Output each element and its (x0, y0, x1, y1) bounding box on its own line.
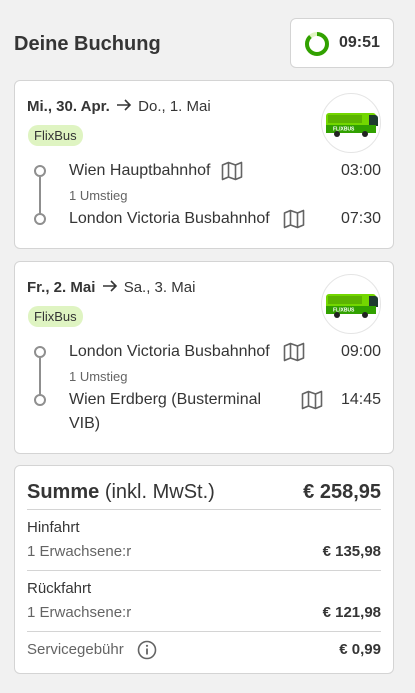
arrival-date: Do., 1. Mai (138, 98, 211, 115)
price-summary-card: Summe (inkl. MwSt.) € 258,95 Hinfahrt 1 … (14, 465, 394, 674)
flixbus-bus-icon: FLIXBUS (321, 274, 381, 334)
service-fee-label: Servicegebühr (27, 641, 124, 658)
outbound-passengers: 1 Erwachsene:r (27, 543, 132, 560)
arrival-station: Wien Erdberg (Busterminal VIB) (69, 391, 262, 432)
arrival-station: London Victoria Busbahnhof (69, 210, 270, 227)
return-price: € 121,98 (322, 604, 381, 621)
route-line (39, 358, 41, 398)
map-icon[interactable] (301, 390, 323, 410)
arrival-date: Sa., 3. Mai (123, 279, 196, 296)
brand-badge: FlixBus (28, 306, 83, 327)
flixbus-bus-icon: FLIXBUS (321, 93, 381, 153)
outbound-price: € 135,98 (322, 543, 381, 560)
timer-value: 09:51 (339, 34, 380, 51)
info-icon[interactable] (137, 640, 157, 660)
return-trip-card[interactable]: Fr., 2. Mai Sa., 3. Mai FlixBus FLIXBUS … (14, 261, 394, 454)
divider (27, 570, 381, 571)
divider (27, 509, 381, 510)
route-line (39, 177, 41, 217)
departure-time: 03:00 (340, 162, 381, 179)
trip-dates: Mi., 30. Apr. Do., 1. Mai (27, 98, 211, 115)
arrival-time: 07:30 (340, 210, 381, 227)
departure-station: Wien Hauptbahnhof (69, 162, 211, 179)
departure-stop-dot (34, 346, 46, 358)
arrival-time: 14:45 (340, 391, 381, 408)
map-icon[interactable] (221, 161, 243, 181)
divider (27, 631, 381, 632)
booking-header: Deine Buchung 09:51 (0, 0, 415, 80)
trip-dates: Fr., 2. Mai Sa., 3. Mai (27, 279, 195, 296)
map-icon[interactable] (283, 342, 305, 362)
outbound-trip-card[interactable]: Mi., 30. Apr. Do., 1. Mai FlixBus FLIXBU… (14, 80, 394, 249)
summary-title-bold: Summe (27, 481, 100, 503)
arrival-stop-dot (34, 394, 46, 406)
outbound-price-label: Hinfahrt (27, 519, 80, 536)
departure-time: 09:00 (340, 343, 381, 360)
reservation-timer: 09:51 (290, 18, 394, 68)
transfer-count[interactable]: 1 Umstieg (69, 188, 128, 203)
departure-station: London Victoria Busbahnhof (69, 343, 270, 360)
departure-stop-dot (34, 165, 46, 177)
summary-title-note: (inkl. MwSt.) (104, 481, 215, 503)
departure-date: Mi., 30. Apr. (27, 98, 110, 115)
arrow-right-icon (116, 98, 132, 115)
arrow-right-icon (102, 279, 118, 296)
return-price-label: Rückfahrt (27, 580, 92, 597)
service-fee-amount: € 0,99 (339, 641, 381, 658)
timer-ring-icon (305, 32, 329, 56)
page-title: Deine Buchung (14, 33, 161, 55)
transfer-count[interactable]: 1 Umstieg (69, 369, 128, 384)
brand-badge: FlixBus (28, 125, 83, 146)
total-price: € 258,95 (303, 481, 381, 503)
arrival-stop-dot (34, 213, 46, 225)
map-icon[interactable] (283, 209, 305, 229)
departure-date: Fr., 2. Mai (27, 279, 96, 296)
return-passengers: 1 Erwachsene:r (27, 604, 132, 621)
summary-title: Summe (inkl. MwSt.) (27, 481, 215, 504)
